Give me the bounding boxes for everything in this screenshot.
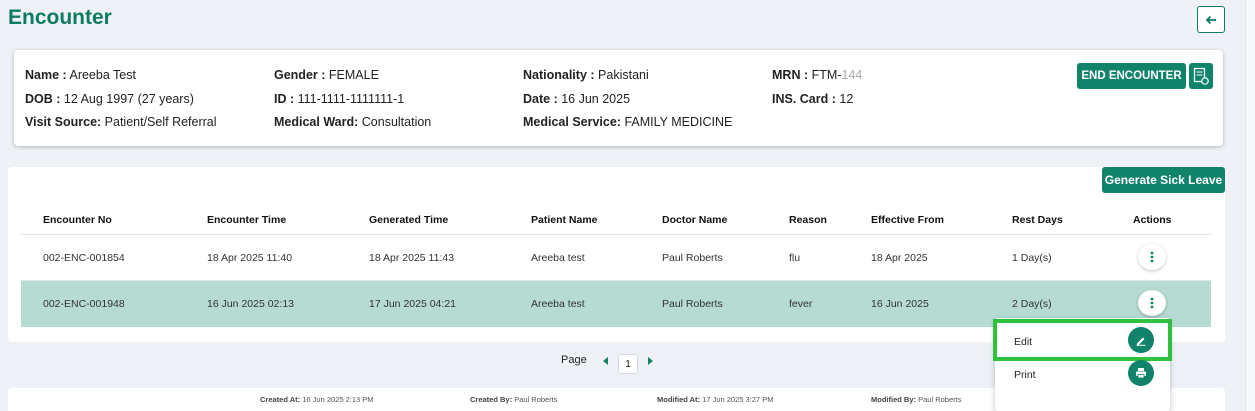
edit-icon[interactable] [1128, 327, 1154, 353]
column-header: Encounter No [43, 214, 112, 226]
menu-item-label: Print [1014, 369, 1036, 381]
patient-visit-source: Visit Source: Patient/Self Referral [25, 115, 217, 129]
patient-name: Name : Areeba Test [25, 68, 136, 82]
table-cell: 18 Apr 2025 11:40 [207, 252, 293, 264]
table-cell: 17 Jun 2025 04:21 [369, 298, 456, 310]
table-cell: fever [789, 298, 813, 310]
table-cell: 16 Jun 2025 02:13 [207, 298, 294, 310]
menu-item-label: Edit [1014, 336, 1033, 348]
arrow-left-icon [1205, 15, 1216, 24]
patient-id: ID : 111-1111-1111111-1 [274, 92, 405, 106]
column-header: Generated Time [369, 214, 449, 226]
patient-dob: DOB : 12 Aug 1997 (27 years) [25, 92, 194, 106]
generate-sick-leave-button[interactable]: Generate Sick Leave [1102, 167, 1225, 193]
column-header: Doctor Name [662, 214, 728, 226]
column-header: Reason [789, 214, 827, 226]
column-header: Rest Days [1012, 214, 1063, 226]
row-actions-button[interactable] [1138, 290, 1166, 316]
column-header: Effective From [871, 214, 944, 226]
table-cell: 002-ENC-001854 [43, 252, 125, 264]
table-cell: 1 Day(s) [1012, 252, 1052, 264]
table-cell: Paul Roberts [662, 298, 723, 310]
patient-ins-card: INS. Card : 12 [772, 92, 854, 106]
table-cell: 2 Day(s) [1012, 298, 1052, 310]
pagination-label: Page [561, 354, 587, 366]
back-button[interactable] [1197, 6, 1225, 33]
table-cell: Areeba test [531, 252, 585, 264]
table-cell: 002-ENC-001948 [43, 298, 125, 310]
table-cell: 18 Apr 2025 11:43 [369, 252, 455, 264]
table-cell: 16 Jun 2025 [871, 298, 929, 310]
table-cell: Paul Roberts [662, 252, 723, 264]
modified-at: Modified At: 17 Jun 2025 3:27 PM [657, 395, 774, 404]
patient-info-card: Name : Areeba Test DOB : 12 Aug 1997 (27… [14, 50, 1223, 146]
table-cell: flu [789, 252, 801, 264]
end-encounter-button[interactable]: END ENCOUNTER [1077, 63, 1186, 89]
next-page-icon[interactable] [648, 357, 653, 365]
scrollbar[interactable] [1245, 0, 1255, 411]
created-at: Created At: 16 Jun 2025 2:13 PM [260, 395, 374, 404]
prev-page-icon[interactable] [603, 357, 608, 365]
column-header: Actions [1133, 214, 1172, 226]
row-actions-menu: Edit Print [993, 318, 1172, 411]
column-header: Encounter Time [207, 214, 287, 226]
patient-ward: Medical Ward: Consultation [274, 115, 432, 129]
table-cell: 18 Apr 2025 [871, 252, 928, 264]
document-icon [1193, 67, 1209, 85]
row-actions-button[interactable] [1138, 244, 1166, 270]
encounter-date: Date : 16 Jun 2025 [523, 92, 631, 106]
modified-by: Modified By: Paul Roberts [871, 395, 962, 404]
more-vertical-icon [1150, 297, 1154, 309]
created-by: Created By: Paul Roberts [470, 395, 558, 404]
column-header: Patient Name [531, 214, 598, 226]
menu-item-print[interactable]: Print [995, 354, 1170, 392]
more-vertical-icon [1150, 251, 1154, 263]
document-button[interactable] [1189, 63, 1213, 89]
patient-mrn: MRN : FTM-144 [772, 68, 863, 82]
patient-gender: Gender : FEMALE [274, 68, 379, 82]
print-icon[interactable] [1128, 360, 1154, 386]
medical-service: Medical Service: FAMILY MEDICINE [523, 115, 733, 129]
patient-nationality: Nationality : Pakistani [523, 68, 649, 82]
page-title: Encounter [8, 6, 112, 29]
table-cell: Areeba test [531, 298, 585, 310]
page-number[interactable]: 1 [618, 354, 638, 374]
